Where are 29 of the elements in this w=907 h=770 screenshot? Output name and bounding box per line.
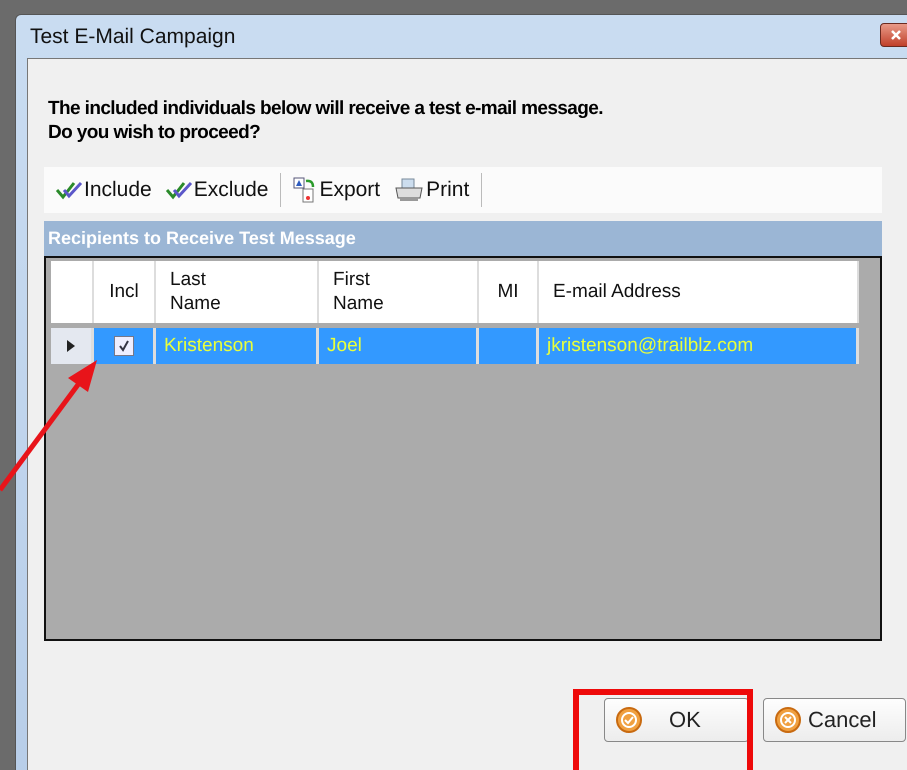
window-title: Test E-Mail Campaign xyxy=(30,24,236,48)
include-checkbox[interactable] xyxy=(114,336,134,356)
toolbar-button[interactable]: Print xyxy=(390,178,474,202)
table-cell: Kristenson xyxy=(156,328,319,364)
ok-button[interactable]: OK xyxy=(604,698,749,742)
check-circle-icon xyxy=(615,706,643,734)
double-check-icon xyxy=(56,180,82,200)
table-cell: Joel xyxy=(319,328,479,364)
close-icon xyxy=(890,29,902,41)
column-header[interactable]: Incl xyxy=(94,261,156,323)
checkmark-icon xyxy=(118,340,130,352)
column-header[interactable]: First Name xyxy=(319,261,479,323)
printer-icon xyxy=(394,178,424,202)
toolbar-button[interactable]: Exclude xyxy=(162,178,272,202)
table-cell xyxy=(479,328,539,364)
grid-title: Recipients to Receive Test Message xyxy=(44,221,882,256)
row-header[interactable] xyxy=(51,328,94,364)
toolbar-button[interactable]: Include xyxy=(52,178,156,202)
corner-header-cell xyxy=(51,261,94,323)
column-header[interactable]: Last Name xyxy=(156,261,319,323)
column-header[interactable]: E-mail Address xyxy=(539,261,859,323)
cancel-button[interactable]: Cancel xyxy=(763,698,906,742)
toolbar-button[interactable]: Export xyxy=(289,177,384,203)
x-circle-icon xyxy=(774,706,802,734)
table-cell: jkristenson@trailblz.com xyxy=(539,328,859,364)
confirmation-message: The included individuals below will receive a test e-mail message. Do you wish to proceed? xyxy=(48,97,604,145)
double-check-icon xyxy=(166,180,192,200)
close-button[interactable] xyxy=(880,23,907,47)
column-header[interactable]: MI xyxy=(479,261,539,323)
